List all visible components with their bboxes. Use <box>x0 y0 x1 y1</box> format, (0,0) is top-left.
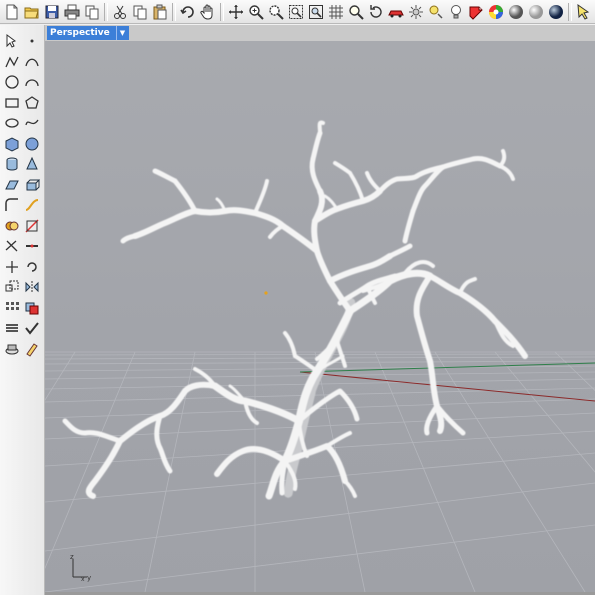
freeform-tool-icon[interactable] <box>23 114 41 132</box>
dimension-tool-icon[interactable] <box>3 340 21 358</box>
cut-icon[interactable] <box>110 2 129 21</box>
check-tool-icon[interactable] <box>23 319 41 337</box>
viewport-canvas[interactable]: z y x <box>45 41 595 592</box>
save-icon[interactable] <box>42 2 61 21</box>
point-tool-icon[interactable] <box>23 32 41 50</box>
select-tool-icon[interactable] <box>3 32 21 50</box>
toolbar-separator <box>568 2 572 21</box>
circle-tool-icon[interactable] <box>3 73 21 91</box>
group-tool-icon[interactable] <box>23 299 41 317</box>
cone-tool-icon[interactable] <box>23 155 41 173</box>
boolean-tool-icon[interactable] <box>3 217 21 235</box>
polygon-tool-icon[interactable] <box>23 94 41 112</box>
extrude-tool-icon[interactable] <box>23 176 41 194</box>
tab-perspective[interactable]: Perspective ▼ <box>47 26 130 40</box>
rotate-view-icon[interactable] <box>366 2 385 21</box>
axis-z-label: z <box>70 553 74 561</box>
copy-icon[interactable] <box>130 2 149 21</box>
move-view-icon[interactable] <box>226 2 245 21</box>
bulb-icon[interactable] <box>446 2 465 21</box>
blend-tool-icon[interactable] <box>23 196 41 214</box>
paint-tool-icon[interactable] <box>23 340 41 358</box>
viewport-title: Perspective <box>50 28 110 38</box>
zoom-icon[interactable] <box>246 2 265 21</box>
toolbar-separator <box>172 2 176 21</box>
light-icon[interactable] <box>426 2 445 21</box>
array-tool-icon[interactable] <box>3 299 21 317</box>
fillet-tool-icon[interactable] <box>3 196 21 214</box>
main-toolbar <box>0 0 595 24</box>
open-folder-icon[interactable] <box>22 2 41 21</box>
sphere-blue-icon[interactable] <box>546 2 565 21</box>
split-tool-icon[interactable] <box>23 217 41 235</box>
move-tool-icon[interactable] <box>3 258 21 276</box>
mirror-tool-icon[interactable] <box>23 278 41 296</box>
toolbar-separator <box>220 2 224 21</box>
box-tool-icon[interactable] <box>3 135 21 153</box>
polyline-tool-icon[interactable] <box>3 53 21 71</box>
scale-tool-icon[interactable] <box>3 278 21 296</box>
cplane-origin-marker <box>264 291 268 295</box>
sphere-grey-icon[interactable] <box>506 2 525 21</box>
cylinder-tool-icon[interactable] <box>3 155 21 173</box>
grid-icon[interactable] <box>326 2 345 21</box>
toolbar-separator <box>104 2 108 21</box>
rotate-tool-icon[interactable] <box>23 258 41 276</box>
zoom-dynamic-icon[interactable] <box>266 2 285 21</box>
paste-icon[interactable] <box>150 2 169 21</box>
axis-x-label: x <box>81 576 85 583</box>
copy-document-icon[interactable] <box>82 2 101 21</box>
zoom-selected-icon[interactable] <box>306 2 325 21</box>
tool-sidebar <box>0 25 45 595</box>
search-zoom-icon[interactable] <box>346 2 365 21</box>
sphere-white-icon[interactable] <box>526 2 545 21</box>
curve-tool-icon[interactable] <box>23 53 41 71</box>
layer-tool-icon[interactable] <box>3 319 21 337</box>
undo-icon[interactable] <box>178 2 197 21</box>
surface-tool-icon[interactable] <box>3 176 21 194</box>
rectangle-tool-icon[interactable] <box>3 94 21 112</box>
color-wheel-icon[interactable] <box>486 2 505 21</box>
new-file-icon[interactable] <box>2 2 21 21</box>
zoom-extents-icon[interactable] <box>286 2 305 21</box>
perspective-viewport[interactable]: z y x <box>45 41 595 592</box>
render-car-icon[interactable] <box>386 2 405 21</box>
sphere-tool-icon[interactable] <box>23 135 41 153</box>
join-tool-icon[interactable] <box>23 237 41 255</box>
trim-tool-icon[interactable] <box>3 237 21 255</box>
print-icon[interactable] <box>62 2 81 21</box>
arc-tool-icon[interactable] <box>23 73 41 91</box>
ellipse-tool-icon[interactable] <box>3 114 21 132</box>
pan-hand-icon[interactable] <box>198 2 217 21</box>
material-icon[interactable] <box>466 2 485 21</box>
axis-y-label: y <box>87 574 91 582</box>
gear-sun-icon[interactable] <box>406 2 425 21</box>
viewport-tab-bar: Perspective ▼ <box>45 25 595 41</box>
cursor-icon[interactable] <box>574 2 593 21</box>
viewport-menu-arrow-icon[interactable]: ▼ <box>115 26 125 40</box>
